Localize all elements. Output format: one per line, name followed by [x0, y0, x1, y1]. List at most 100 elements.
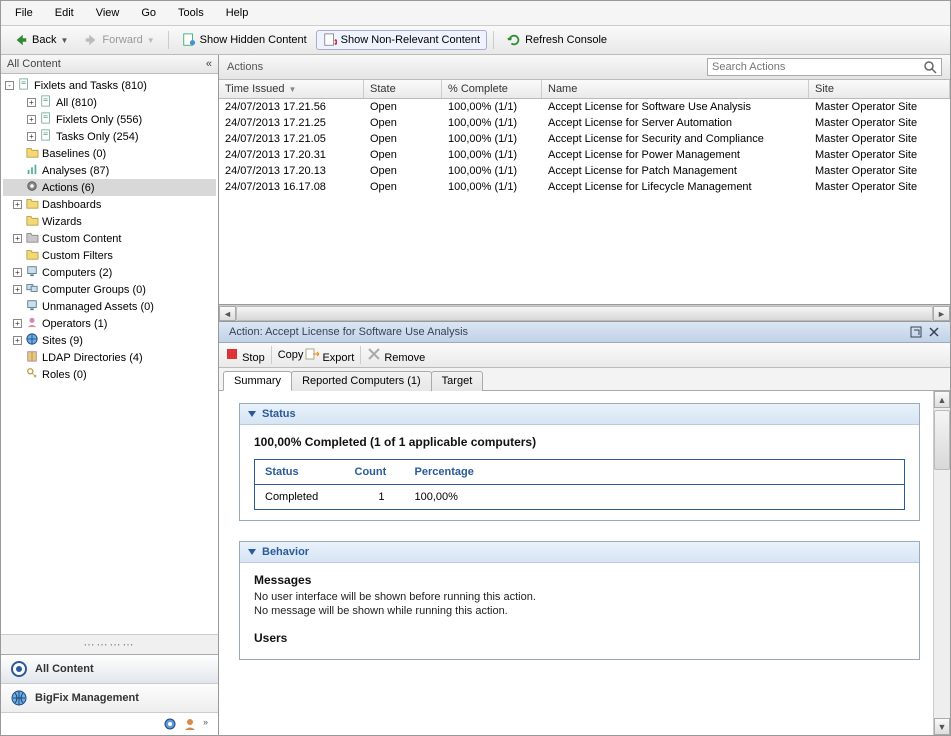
- grid-row[interactable]: 24/07/2013 16.17.08Open100,00% (1/1)Acce…: [219, 179, 950, 195]
- grid-row[interactable]: 24/07/2013 17.21.05Open100,00% (1/1)Acce…: [219, 131, 950, 147]
- status-header[interactable]: Status: [240, 404, 919, 425]
- tree-item[interactable]: +Tasks Only (254): [3, 128, 216, 145]
- back-button[interactable]: Back ▼: [7, 30, 75, 50]
- tree-icon: [25, 316, 39, 331]
- content-title: Actions: [227, 61, 263, 73]
- collapse-icon: [248, 411, 256, 417]
- tree-label: Analyses (87): [42, 165, 109, 177]
- tree-item[interactable]: +Analyses (87): [3, 162, 216, 179]
- menu-view[interactable]: View: [86, 3, 130, 23]
- export-button[interactable]: Export: [305, 347, 354, 364]
- show-hidden-button[interactable]: Show Hidden Content: [175, 30, 314, 50]
- gear-icon[interactable]: [163, 717, 177, 731]
- tree-label: Fixlets and Tasks (810): [34, 80, 147, 92]
- expander-icon[interactable]: +: [13, 285, 22, 294]
- expander-icon[interactable]: +: [13, 319, 22, 328]
- detail-area[interactable]: Status 100,00% Completed (1 of 1 applica…: [219, 391, 950, 735]
- tree-item[interactable]: +Dashboards: [3, 196, 216, 213]
- grid-row[interactable]: 24/07/2013 17.21.56Open100,00% (1/1)Acce…: [219, 99, 950, 115]
- expander-icon[interactable]: -: [5, 81, 14, 90]
- tree-item[interactable]: +Computer Groups (0): [3, 281, 216, 298]
- tree-label: Actions (6): [42, 182, 95, 194]
- separator: [168, 31, 169, 49]
- menu-file[interactable]: File: [5, 3, 43, 23]
- tree-item[interactable]: +Custom Filters: [3, 247, 216, 264]
- col-site[interactable]: Site: [809, 80, 950, 98]
- copy-button[interactable]: Copy: [278, 349, 304, 361]
- tree-item[interactable]: +LDAP Directories (4): [3, 349, 216, 366]
- col-percent-complete[interactable]: % Complete: [442, 80, 542, 98]
- actions-grid[interactable]: Time Issued ▼ State % Complete Name Site…: [219, 80, 950, 305]
- tree-item[interactable]: +Custom Content: [3, 230, 216, 247]
- tree-item[interactable]: +Unmanaged Assets (0): [3, 298, 216, 315]
- tree-icon: [25, 163, 39, 178]
- search-icon[interactable]: [923, 60, 937, 74]
- vertical-scrollbar[interactable]: ▲ ▼: [933, 391, 950, 735]
- tree-label: Custom Filters: [42, 250, 113, 262]
- tree-icon: [25, 180, 39, 195]
- tree-item[interactable]: + All (810): [3, 94, 216, 111]
- collapse-icon[interactable]: «: [206, 58, 212, 70]
- scroll-track[interactable]: [236, 306, 933, 321]
- scroll-track[interactable]: [934, 408, 950, 718]
- behavior-header[interactable]: Behavior: [240, 542, 919, 563]
- circle-icon: [11, 661, 27, 677]
- tree-item[interactable]: +Operators (1): [3, 315, 216, 332]
- tree-item[interactable]: +Roles (0): [3, 366, 216, 383]
- tab-reported-computers[interactable]: Reported Computers (1): [291, 371, 432, 391]
- dropdown-icon: ▼: [60, 36, 68, 45]
- expander-icon[interactable]: +: [13, 336, 22, 345]
- grid-row[interactable]: 24/07/2013 17.20.13Open100,00% (1/1)Acce…: [219, 163, 950, 179]
- tree-item[interactable]: +Baselines (0): [3, 145, 216, 162]
- tree-label: LDAP Directories (4): [42, 352, 143, 364]
- tab-summary[interactable]: Summary: [223, 371, 292, 391]
- scroll-down-icon[interactable]: ▼: [934, 718, 950, 735]
- close-icon[interactable]: [928, 326, 940, 338]
- col-name[interactable]: Name: [542, 80, 809, 98]
- menu-edit[interactable]: Edit: [45, 3, 84, 23]
- stop-button[interactable]: Stop: [225, 347, 265, 364]
- show-nonrelevant-button[interactable]: ✖ Show Non-Relevant Content: [316, 30, 487, 50]
- nav-bigfix-management[interactable]: BigFix Management: [1, 684, 218, 713]
- tree-label: All (810): [56, 97, 97, 109]
- expander-icon[interactable]: +: [13, 234, 22, 243]
- scroll-left-icon[interactable]: ◄: [219, 306, 236, 321]
- search-box[interactable]: [707, 58, 942, 76]
- scroll-thumb[interactable]: [236, 306, 933, 321]
- navigation-tree[interactable]: - Fixlets and Tasks (810) + All (810) +Fixle…: [1, 74, 218, 634]
- grid-row[interactable]: 24/07/2013 17.20.31Open100,00% (1/1)Acce…: [219, 147, 950, 163]
- user-icon[interactable]: [183, 717, 197, 731]
- menu-go[interactable]: Go: [131, 3, 166, 23]
- expander-icon[interactable]: +: [27, 132, 36, 141]
- popout-icon[interactable]: [910, 326, 922, 338]
- tree-item[interactable]: +Wizards: [3, 213, 216, 230]
- tab-target[interactable]: Target: [431, 371, 484, 391]
- menu-tools[interactable]: Tools: [168, 3, 214, 23]
- scroll-thumb[interactable]: [934, 410, 950, 470]
- menu-help[interactable]: Help: [216, 3, 259, 23]
- action-detail-title: Action: Accept License for Software Use …: [219, 322, 950, 343]
- show-hidden-label: Show Hidden Content: [200, 34, 307, 46]
- expander-icon[interactable]: +: [13, 268, 22, 277]
- expander-icon[interactable]: +: [27, 115, 36, 124]
- splitter[interactable]: ⋯⋯⋯⋯: [1, 634, 218, 654]
- forward-button[interactable]: Forward ▼: [77, 30, 161, 50]
- refresh-button[interactable]: Refresh Console: [500, 30, 614, 50]
- tree-item[interactable]: +Actions (6): [3, 179, 216, 196]
- col-state[interactable]: State: [364, 80, 442, 98]
- expander-icon[interactable]: +: [13, 200, 22, 209]
- tree-label: Sites (9): [42, 335, 83, 347]
- col-time-issued[interactable]: Time Issued ▼: [219, 80, 364, 98]
- scroll-up-icon[interactable]: ▲: [934, 391, 950, 408]
- tree-item[interactable]: + Sites (9): [3, 332, 216, 349]
- expander-icon[interactable]: +: [27, 98, 36, 107]
- tree-item[interactable]: - Fixlets and Tasks (810): [3, 77, 216, 94]
- scroll-right-icon[interactable]: ►: [933, 306, 950, 321]
- nav-all-content[interactable]: All Content: [1, 655, 218, 684]
- tree-item[interactable]: +Computers (2): [3, 264, 216, 281]
- tree-item[interactable]: +Fixlets Only (556): [3, 111, 216, 128]
- grid-row[interactable]: 24/07/2013 17.21.25Open100,00% (1/1)Acce…: [219, 115, 950, 131]
- chevron-icon[interactable]: »: [203, 717, 208, 731]
- search-input[interactable]: [712, 61, 923, 73]
- horizontal-scrollbar[interactable]: ◄ ►: [219, 305, 950, 322]
